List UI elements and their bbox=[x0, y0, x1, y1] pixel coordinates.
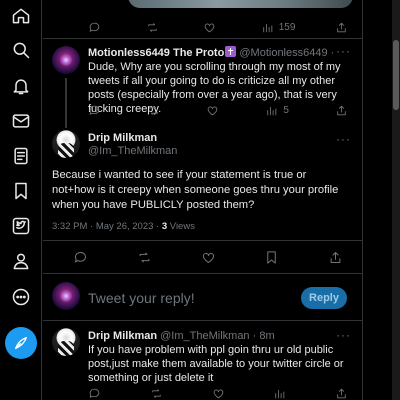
scrollbar-thumb[interactable] bbox=[393, 40, 399, 110]
more-options-icon[interactable]: ··· bbox=[336, 44, 351, 58]
more-options-icon[interactable]: ··· bbox=[336, 328, 351, 342]
retweet-icon bbox=[152, 389, 161, 398]
home-icon[interactable] bbox=[9, 4, 33, 28]
avatar[interactable] bbox=[52, 130, 80, 158]
like-icon bbox=[204, 23, 215, 33]
like-action[interactable] bbox=[212, 387, 225, 400]
reply-icon bbox=[89, 388, 100, 398]
main-tweet-actions bbox=[73, 250, 343, 265]
views-action[interactable] bbox=[273, 387, 286, 400]
views-action[interactable]: 5 bbox=[265, 104, 289, 117]
reply-icon bbox=[74, 252, 86, 263]
views-icon bbox=[263, 23, 273, 33]
reply2-header: Drip Milkman @Im_TheMilkman · 8m bbox=[88, 330, 275, 342]
reply-action[interactable] bbox=[73, 250, 88, 265]
share-icon bbox=[337, 22, 346, 33]
display-name[interactable]: Drip Milkman bbox=[88, 132, 157, 144]
composer-toolbar bbox=[88, 313, 103, 317]
retweet-icon bbox=[149, 106, 158, 115]
reply1-actions: 5 bbox=[88, 104, 348, 117]
handle[interactable]: @Im_TheMilkman bbox=[88, 145, 177, 157]
divider bbox=[43, 240, 362, 241]
top-tweet-actions: 159 bbox=[88, 21, 348, 34]
retweet-action[interactable] bbox=[137, 250, 152, 265]
bookmark-icon bbox=[267, 251, 276, 264]
tweet-meta: 3:32 PM · May 26, 2023 · 3 Views bbox=[52, 221, 195, 232]
like-icon bbox=[202, 252, 214, 263]
compose-icon[interactable] bbox=[5, 327, 37, 359]
share-action[interactable] bbox=[335, 104, 348, 117]
reply-icon bbox=[89, 22, 100, 32]
tweet-text: Because i wanted to see if your statemen… bbox=[52, 169, 339, 211]
avatar[interactable] bbox=[52, 282, 80, 310]
display-name[interactable]: Motionless6449 The Proto bbox=[88, 47, 224, 59]
display-name[interactable]: Drip Milkman bbox=[88, 330, 157, 342]
share-icon bbox=[337, 388, 346, 399]
views-icon bbox=[275, 389, 285, 399]
reply-button[interactable]: Reply bbox=[301, 287, 347, 309]
search-icon[interactable] bbox=[9, 38, 33, 62]
avatar[interactable] bbox=[52, 328, 80, 356]
profile-icon[interactable] bbox=[9, 249, 33, 273]
reply2-actions bbox=[88, 387, 348, 400]
like-action[interactable] bbox=[201, 250, 216, 265]
notifications-icon[interactable] bbox=[9, 74, 33, 98]
retweet-icon bbox=[147, 23, 157, 32]
handle[interactable]: @Im_TheMilkman bbox=[160, 330, 249, 342]
avatar[interactable] bbox=[52, 46, 80, 74]
like-icon bbox=[213, 389, 223, 399]
like-icon bbox=[207, 106, 218, 116]
reply-action[interactable] bbox=[88, 387, 101, 400]
cross-badge-icon bbox=[225, 46, 237, 57]
bookmark-action[interactable] bbox=[264, 250, 279, 265]
reply1-header: Motionless6449 The Proto @Motionless6449… bbox=[88, 46, 338, 59]
retweet-icon bbox=[139, 252, 150, 263]
share-icon bbox=[337, 105, 346, 116]
tweet-timestamp[interactable]: 3:32 PM · May 26, 2023 · bbox=[52, 221, 162, 232]
tweet-text: If you have problem with ppl goin thru u… bbox=[88, 344, 344, 384]
timestamp[interactable]: 8m bbox=[259, 330, 274, 342]
share-action[interactable] bbox=[335, 387, 348, 400]
bookmarks-icon[interactable] bbox=[9, 179, 33, 203]
column-divider bbox=[362, 0, 363, 400]
reply-action[interactable] bbox=[88, 21, 106, 34]
retweet-action[interactable] bbox=[150, 387, 163, 400]
divider bbox=[43, 320, 362, 321]
reply-action[interactable] bbox=[88, 104, 101, 117]
conversation-column: 159 Motionless6449 The Proto @Motionless… bbox=[43, 0, 362, 400]
thread-line bbox=[65, 78, 67, 128]
share-icon bbox=[330, 252, 341, 263]
reply-input[interactable]: Tweet your reply! bbox=[88, 290, 195, 306]
divider bbox=[43, 273, 362, 274]
scrollbar[interactable] bbox=[392, 0, 400, 400]
views-icon bbox=[267, 106, 277, 116]
twitter-blue-icon[interactable] bbox=[9, 214, 33, 238]
views-label: Views bbox=[167, 221, 195, 232]
share-action[interactable] bbox=[335, 21, 348, 34]
share-action[interactable] bbox=[328, 250, 343, 265]
retweet-action[interactable] bbox=[147, 104, 160, 117]
like-action[interactable] bbox=[203, 21, 221, 34]
reply-icon bbox=[89, 105, 100, 115]
views-action[interactable]: 159 bbox=[261, 21, 295, 34]
divider bbox=[43, 38, 362, 39]
messages-icon[interactable] bbox=[9, 109, 33, 133]
handle[interactable]: @Motionless6449 bbox=[239, 47, 327, 59]
lists-icon[interactable] bbox=[9, 144, 33, 168]
tweet-media-image[interactable] bbox=[128, 0, 353, 8]
more-options-icon[interactable]: ··· bbox=[336, 132, 351, 146]
like-action[interactable] bbox=[206, 104, 219, 117]
nav-rail bbox=[0, 0, 42, 400]
more-icon[interactable] bbox=[9, 285, 33, 309]
retweet-action[interactable] bbox=[146, 21, 164, 34]
